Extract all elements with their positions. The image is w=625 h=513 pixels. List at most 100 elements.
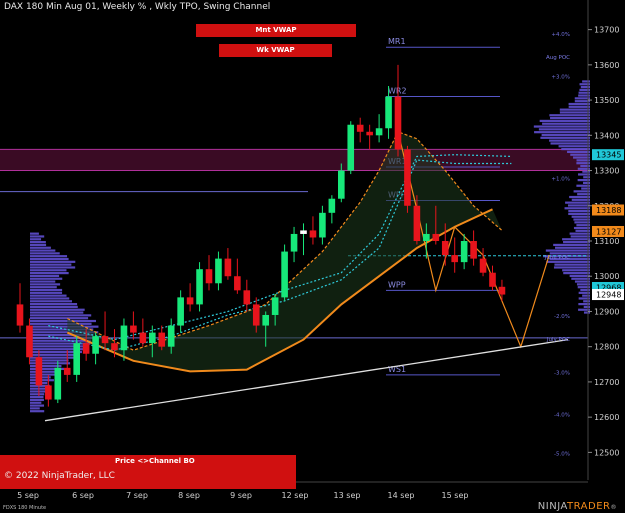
time-tick-label: 13 sep: [334, 491, 361, 500]
profile-row: [30, 387, 46, 390]
profile-row: [30, 252, 60, 255]
percent-label: -5.0%: [554, 451, 570, 457]
profile-row: [30, 370, 56, 373]
profile-row: [569, 274, 590, 278]
profile-row: [30, 407, 40, 410]
profile-row: [30, 365, 62, 368]
price-tick-label: 12900: [594, 307, 619, 316]
candle-body: [82, 343, 90, 354]
percent-label: +3.0%: [551, 74, 570, 80]
candle-body: [356, 124, 364, 132]
profile-row: [561, 147, 590, 151]
profile-row: [30, 325, 99, 328]
profile-row: [582, 80, 590, 83]
profile-row: [30, 339, 91, 342]
profile-row: [558, 145, 590, 148]
candle-body: [309, 230, 317, 238]
time-tick-label: 12 sep: [282, 491, 309, 500]
profile-row: [546, 260, 590, 263]
candle-body: [186, 297, 194, 305]
profile-row: [545, 249, 590, 252]
profile-row: [555, 246, 590, 249]
profile-row: [554, 263, 590, 266]
price-tick-label: 13000: [594, 272, 619, 281]
poc-label: July POC: [546, 337, 570, 343]
candle-body: [35, 357, 43, 386]
candle-body: [196, 269, 203, 305]
level-label: MR1: [388, 37, 406, 46]
candle-body: [451, 255, 458, 263]
logo-part1: NINJA: [537, 501, 568, 512]
candle-body: [149, 332, 156, 344]
percent-label: -4.0%: [554, 413, 570, 419]
profile-row: [538, 128, 590, 131]
candle-body: [45, 385, 52, 400]
candle-body: [338, 170, 345, 199]
profile-row: [568, 209, 590, 213]
time-tick-label: 5 sep: [17, 491, 39, 500]
profile-row: [30, 303, 78, 306]
poc-label: Aug POC: [546, 55, 570, 61]
time-tick-label: 14 sep: [388, 491, 415, 500]
candle-body: [54, 367, 62, 400]
profile-row: [581, 187, 590, 190]
profile-row: [564, 207, 590, 210]
profile-row: [30, 291, 63, 294]
price-tick-label: 13300: [594, 167, 619, 176]
percent-label: +4.0%: [551, 32, 570, 38]
candle-body: [158, 332, 166, 347]
candle-body: [205, 269, 213, 284]
profile-row: [30, 317, 89, 320]
profile-row: [568, 212, 590, 216]
profile-row: [549, 114, 590, 117]
profile-row: [30, 300, 72, 303]
percent-label: -3.0%: [554, 370, 570, 376]
profile-row: [569, 232, 590, 235]
level-label: WR2: [388, 87, 407, 96]
profile-row: [30, 322, 92, 325]
profile-row: [30, 396, 44, 399]
profile-row: [570, 235, 590, 238]
profile-row: [30, 373, 59, 376]
profile-row: [533, 125, 590, 128]
candle-body: [101, 336, 109, 344]
price-tick-label: 12500: [594, 448, 619, 457]
profile-row: [30, 404, 45, 407]
candle-body: [177, 297, 184, 326]
profile-row: [567, 204, 590, 207]
weekly-vwap-label: Wk VWAP: [219, 44, 332, 57]
profile-row: [30, 260, 76, 263]
profile-row: [570, 153, 590, 156]
profile-row: [571, 215, 590, 218]
price-chart[interactable]: MR1WR2WR1WPPWS1WPP +4.0%+3.0%+1.0%-2.0%-…: [0, 0, 625, 513]
candle-body: [130, 325, 137, 333]
candle-body: [167, 325, 175, 347]
percent-label: -2.0%: [554, 314, 570, 320]
profile-row: [563, 272, 590, 275]
profile-row: [30, 297, 70, 300]
candle-body: [319, 212, 326, 238]
price-tick-label: 13700: [594, 26, 619, 35]
candle-body: [224, 258, 232, 277]
candle-body: [281, 251, 288, 298]
profile-row: [569, 195, 590, 199]
candle-body: [290, 233, 298, 252]
candle-body: [120, 325, 128, 351]
candle-body: [347, 124, 355, 171]
profile-row: [550, 142, 590, 145]
profile-row: [580, 164, 590, 168]
copyright-text: © 2022 NinjaTrader, LLC: [4, 471, 115, 481]
candle-body: [73, 343, 80, 375]
profile-row: [30, 390, 47, 393]
profile-row: [582, 294, 590, 297]
profile-row: [30, 243, 47, 247]
percent-label: +1.0%: [551, 177, 570, 183]
candle-body: [394, 96, 402, 150]
profile-row: [534, 131, 590, 134]
poc-label: June POC: [544, 255, 570, 261]
profile-row: [30, 286, 57, 289]
price-tick-label: 13100: [594, 237, 619, 246]
profile-row: [549, 139, 590, 142]
profile-row: [30, 241, 46, 244]
price-tick-label: 13600: [594, 61, 619, 70]
